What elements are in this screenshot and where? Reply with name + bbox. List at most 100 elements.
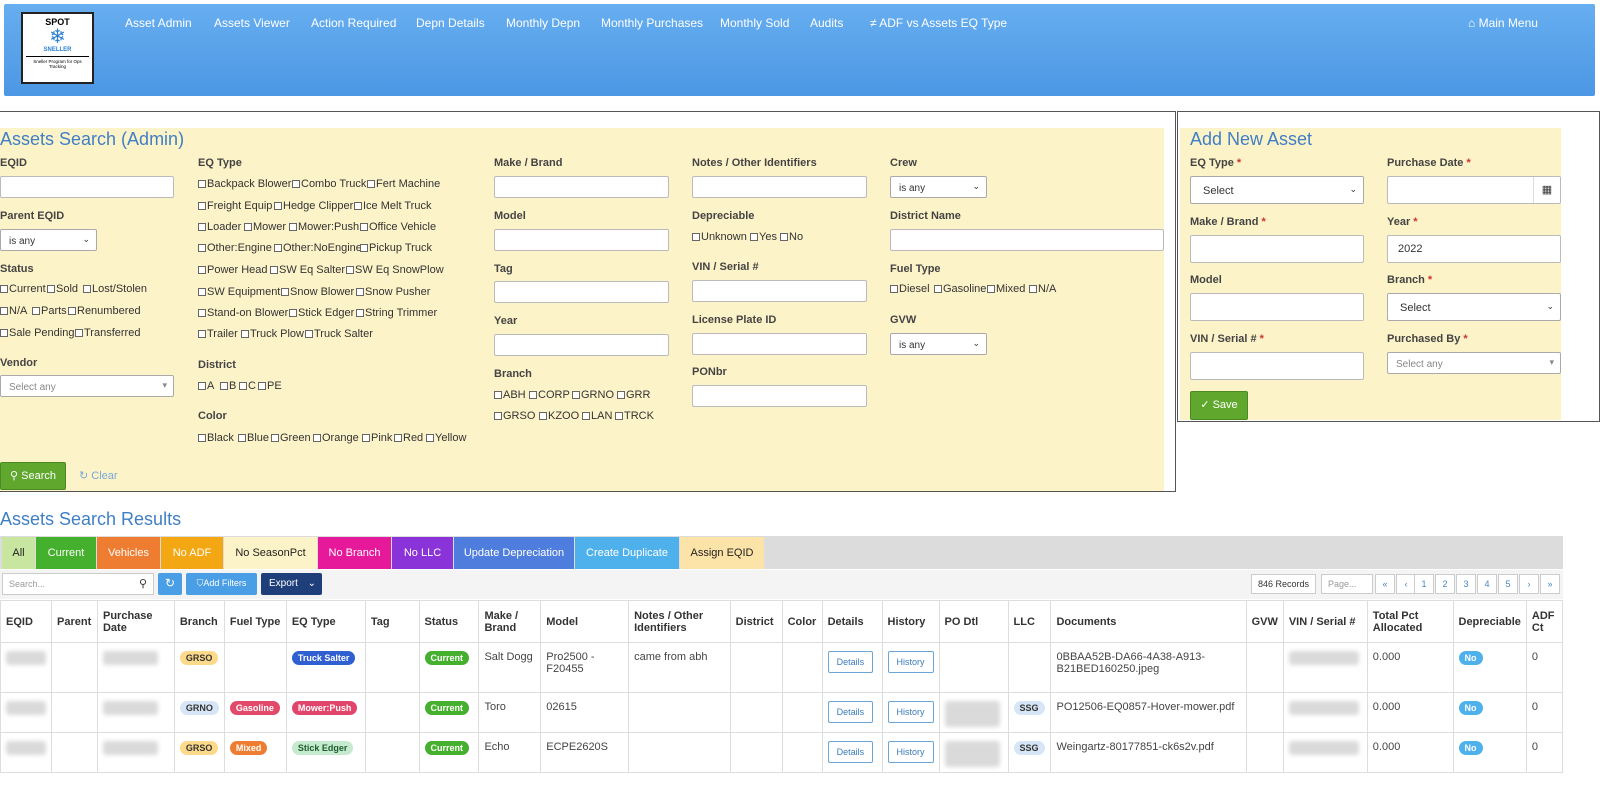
page-4[interactable]: 4 [1477, 574, 1497, 594]
col-purchase-date[interactable]: Purchase Date [96, 600, 175, 643]
depreciable-unknown[interactable]: Unknown [692, 231, 747, 243]
tab-no-branch[interactable]: No Branch [318, 537, 391, 569]
history-button[interactable]: History [887, 651, 934, 673]
eqtype-mower[interactable]: Mower [244, 221, 286, 233]
details-button[interactable]: Details [827, 651, 874, 673]
eqtype-truck-salter[interactable]: Truck Salter [305, 328, 373, 340]
add-model-input[interactable] [1190, 293, 1364, 321]
save-button[interactable]: ✓ Save [1190, 391, 1248, 420]
status-lost-stolen[interactable]: Lost/Stolen [83, 283, 147, 295]
col-po-dtl[interactable]: PO Dtl [938, 600, 1009, 643]
district-c[interactable]: C [239, 380, 256, 392]
color-black[interactable]: Black [198, 432, 234, 444]
tab-update-depreciation[interactable]: Update Depreciation [454, 537, 574, 569]
eqtype-combo-truck[interactable]: Combo Truck [292, 178, 366, 190]
status-transferred[interactable]: Transferred [75, 327, 140, 339]
calendar-icon[interactable]: ▦ [1533, 177, 1560, 203]
branch-grso[interactable]: GRSO [494, 410, 535, 422]
col-details[interactable]: Details [821, 600, 883, 643]
eqtype-snow-blower[interactable]: Snow Blower [281, 286, 354, 298]
purchase-date-input[interactable]: ▦ [1387, 176, 1561, 204]
col-llc[interactable]: LLC [1007, 600, 1052, 643]
ponbr-input[interactable] [692, 385, 867, 407]
purchased-by-select[interactable]: Select any ▾ [1387, 352, 1561, 374]
search-button[interactable]: ⚲ Search [0, 462, 66, 490]
export-button[interactable]: Export ⌄ [261, 573, 322, 595]
status-parts[interactable]: Parts [32, 305, 67, 317]
district-name-input[interactable] [890, 229, 1164, 251]
col-gvw[interactable]: GVW [1245, 600, 1284, 643]
parent-eqid-select[interactable]: is any ⌄ [0, 229, 97, 251]
col-eqid[interactable]: EQID [0, 600, 52, 643]
col-history[interactable]: History [881, 600, 940, 643]
tab-vehicles[interactable]: Vehicles [97, 537, 160, 569]
search-icon[interactable]: ⚲ [139, 577, 147, 590]
add-vin-input[interactable] [1190, 352, 1364, 380]
eqtype-other-engine[interactable]: Other:Engine [198, 242, 272, 254]
eqtype-freight-equip[interactable]: Freight Equip [198, 200, 272, 212]
page-last[interactable]: » [1540, 574, 1560, 594]
col-status[interactable]: Status [418, 600, 480, 643]
document-link[interactable]: Weingartz-80177851-ck6s2v.pdf [1056, 741, 1213, 753]
col-tag[interactable]: Tag [364, 600, 420, 643]
fuel-mixed[interactable]: Mixed [987, 283, 1025, 295]
branch-abh[interactable]: ABH [494, 389, 526, 401]
nav-monthly-sold[interactable]: Monthly Sold [720, 16, 789, 30]
details-button[interactable]: Details [827, 741, 874, 763]
tab-no-adf[interactable]: No ADF [161, 537, 223, 569]
page-5[interactable]: 5 [1498, 574, 1518, 594]
col-branch[interactable]: Branch [173, 600, 225, 643]
vendor-select[interactable]: Select any ▾ [0, 375, 174, 397]
app-logo[interactable]: SPOT ❄ SNELLER Sneller Program for Ops T… [21, 12, 94, 84]
col-model[interactable]: Model [540, 600, 630, 643]
fuel-na[interactable]: N/A [1029, 283, 1056, 295]
color-yellow[interactable]: Yellow [426, 432, 466, 444]
table-row[interactable]: GRNO Gasoline Mower:Push Current Toro 02615 De… [0, 692, 1564, 733]
fuel-diesel[interactable]: Diesel [890, 283, 930, 295]
eqtype-other-noengine[interactable]: Other:NoEngine [274, 242, 362, 254]
col-notes[interactable]: Notes / Other Identifiers [628, 600, 731, 643]
nav-asset-admin[interactable]: Asset Admin [125, 16, 192, 30]
eqtype-loader[interactable]: Loader [198, 221, 241, 233]
eqtype-power-head[interactable]: Power Head [198, 264, 268, 276]
history-button[interactable]: History [887, 741, 934, 763]
col-eq-type[interactable]: EQ Type [285, 600, 366, 643]
eqtype-sw-eq-snowplow[interactable]: SW Eq SnowPlow [346, 264, 444, 276]
col-parent[interactable]: Parent [51, 600, 98, 643]
col-fuel-type[interactable]: Fuel Type [223, 600, 287, 643]
depreciable-no[interactable]: No [780, 231, 803, 243]
color-green[interactable]: Green [271, 432, 311, 444]
eqtype-sw-equipment[interactable]: SW Equipment [198, 286, 280, 298]
add-filters-button[interactable]: ⛉Add Filters [186, 573, 257, 595]
color-pink[interactable]: Pink [362, 432, 392, 444]
tag-input[interactable] [494, 281, 669, 303]
eqtype-mower-push[interactable]: Mower:Push [289, 221, 359, 233]
tab-no-llc[interactable]: No LLC [392, 537, 453, 569]
clear-button[interactable]: ↻ Clear [79, 469, 118, 482]
page-prev[interactable]: ‹ [1396, 574, 1416, 594]
add-year-input[interactable]: 2022 [1387, 235, 1561, 263]
nav-monthly-purchases[interactable]: Monthly Purchases [601, 16, 703, 30]
table-row[interactable]: GRSO Mixed Stick Edger Current Echo ECPE2620S… [0, 732, 1564, 773]
branch-trck[interactable]: TRCK [615, 410, 654, 422]
color-orange[interactable]: Orange [313, 432, 359, 444]
add-make-input[interactable] [1190, 235, 1364, 263]
eqtype-string-trimmer[interactable]: String Trimmer [356, 307, 437, 319]
branch-grr[interactable]: GRR [617, 389, 650, 401]
year-input[interactable] [494, 334, 669, 356]
add-branch-select[interactable]: Select ⌄ [1387, 293, 1561, 321]
eqtype-snow-pusher[interactable]: Snow Pusher [356, 286, 430, 298]
status-na[interactable]: N/A [0, 305, 27, 317]
model-input[interactable] [494, 229, 669, 251]
eqtype-truck-plow[interactable]: Truck Plow [241, 328, 304, 340]
branch-kzoo[interactable]: KZOO [539, 410, 579, 422]
page-1[interactable]: 1 [1414, 574, 1434, 594]
col-documents[interactable]: Documents [1050, 600, 1247, 643]
page-input[interactable]: Page... [1321, 574, 1373, 594]
col-vin[interactable]: VIN / Serial # [1282, 600, 1368, 643]
col-depreciable[interactable]: Depreciable [1452, 600, 1527, 643]
tab-all[interactable]: All [2, 537, 35, 569]
col-adf-ct[interactable]: ADF Ct [1525, 600, 1564, 643]
status-renumbered[interactable]: Renumbered [68, 305, 141, 317]
nav-adf-vs-eqtype[interactable]: ≠ ADF vs Assets EQ Type [870, 16, 1007, 30]
